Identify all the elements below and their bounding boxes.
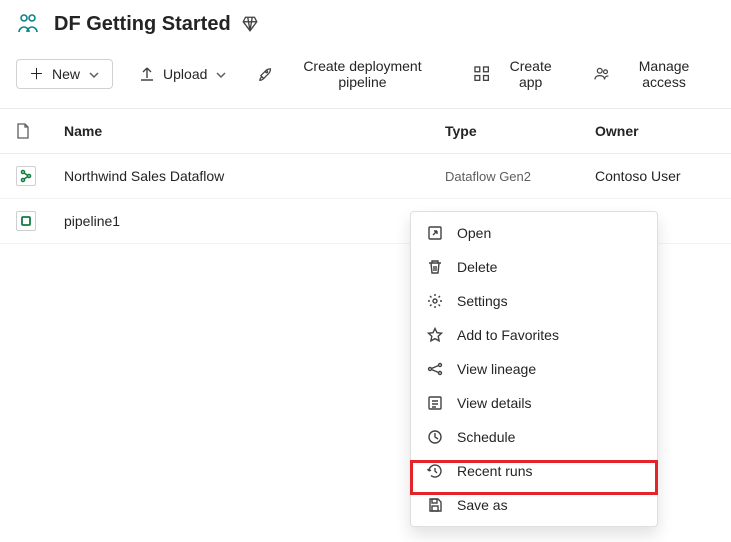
new-button[interactable]: ＋ New [16,59,113,89]
menu-item-label: View details [457,395,531,411]
people-icon [594,66,609,82]
open-icon [427,225,443,241]
history-icon [427,463,443,479]
menu-item-label: View lineage [457,361,536,377]
chevron-down-icon [88,68,100,80]
chevron-down-icon [215,68,227,80]
lineage-icon [427,361,443,377]
menu-item-label: Delete [457,259,497,275]
manage-access-button[interactable]: Manage access [590,52,715,96]
row-item-icon-wrap [16,166,56,186]
menu-item-label: Settings [457,293,508,309]
dataflow-icon [16,166,36,186]
save-icon [427,497,443,513]
create-app-label: Create app [497,58,563,90]
menu-item-recent-runs[interactable]: Recent runs [411,454,657,488]
gear-icon [427,293,443,309]
menu-item-view-details[interactable]: View details [411,386,657,420]
new-button-label: New [52,66,80,82]
plus-icon: ＋ [29,67,44,82]
rocket-icon [257,66,272,82]
workspace-title: DF Getting Started [54,13,231,36]
details-icon [427,395,443,411]
row-item-icon-wrap [16,211,56,231]
menu-item-label: Save as [457,497,508,513]
menu-item-schedule[interactable]: Schedule [411,420,657,454]
clock-icon [427,429,443,445]
app-grid-icon [474,66,489,82]
upload-button[interactable]: Upload [135,60,231,88]
menu-item-label: Recent runs [457,463,532,479]
column-header-name[interactable]: Name [56,123,445,139]
create-deployment-pipeline-button[interactable]: Create deployment pipeline [253,52,448,96]
pipeline-icon [16,211,36,231]
menu-item-open[interactable]: Open [411,216,657,250]
column-header-owner[interactable]: Owner [595,123,715,139]
menu-item-label: Open [457,225,491,241]
row-item-owner: Contoso User [595,168,715,184]
page-header: DF Getting Started [0,0,731,46]
row-item-type: Dataflow Gen2 [445,169,595,184]
table-row[interactable]: Northwind Sales Dataflow Dataflow Gen2 C… [0,154,731,199]
menu-item-settings[interactable]: Settings [411,284,657,318]
premium-diamond-icon [241,15,259,33]
create-deployment-pipeline-label: Create deployment pipeline [281,58,444,90]
menu-item-view-lineage[interactable]: View lineage [411,352,657,386]
create-app-button[interactable]: Create app [470,52,568,96]
row-item-name[interactable]: Northwind Sales Dataflow [64,168,224,184]
star-icon [427,327,443,343]
manage-access-label: Manage access [617,58,711,90]
column-header-icon [16,123,56,139]
upload-icon [139,66,155,82]
menu-item-delete[interactable]: Delete [411,250,657,284]
upload-label: Upload [163,66,207,82]
menu-item-label: Add to Favorites [457,327,559,343]
column-header-type[interactable]: Type [445,123,595,139]
row-item-name[interactable]: pipeline1 [64,213,120,229]
menu-item-add-favorites[interactable]: Add to Favorites [411,318,657,352]
workspace-icon [16,12,40,36]
trash-icon [427,259,443,275]
menu-item-save-as[interactable]: Save as [411,488,657,522]
menu-item-label: Schedule [457,429,515,445]
context-menu: Open Delete Settings Add to Favorites Vi… [410,211,658,527]
list-column-headers: Name Type Owner [0,109,731,154]
toolbar: ＋ New Upload Create deployment pipeline … [0,46,731,109]
